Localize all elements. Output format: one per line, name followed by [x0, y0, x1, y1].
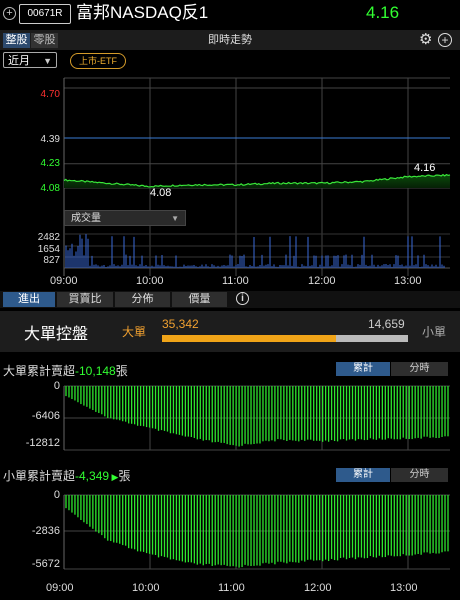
y-label-high: 4.70	[40, 89, 60, 100]
small-order-label: 小單	[422, 325, 447, 339]
small-y-0: 0	[53, 489, 60, 501]
info-icon[interactable]: i	[236, 292, 249, 305]
small-order-value: 14,659	[368, 317, 405, 331]
x-label: 13:00	[390, 582, 418, 594]
vol-label-2: 1654	[37, 244, 60, 255]
big-cum-title: 大單累計賣超-10,148張	[3, 362, 128, 379]
small-y-1: -2836	[31, 525, 60, 537]
x-label: 09:00	[46, 582, 74, 594]
big-y-0: 0	[53, 380, 60, 392]
tab-buysell-ratio[interactable]: 買賣比	[57, 292, 113, 307]
big-order-value: 35,342	[162, 317, 199, 331]
gear-icon[interactable]: ⚙	[419, 31, 432, 49]
x-label: 11:00	[222, 275, 249, 287]
small-y-2: -5672	[31, 558, 60, 570]
y-label-low: 4.08	[40, 183, 60, 194]
big-y-2: -12812	[25, 437, 60, 449]
x-label: 12:00	[308, 275, 336, 287]
volume-grid	[64, 233, 450, 269]
small-cum-bars	[65, 495, 449, 568]
big-cum-cumulative-button[interactable]: 累計	[336, 362, 390, 376]
vol-label-3: 827	[43, 255, 60, 266]
small-cum-title: 小單累計賣超-4,349 ▶張	[3, 467, 130, 484]
whole-lot-toggle[interactable]: 整股	[3, 33, 30, 48]
x-label: 11:00	[218, 582, 245, 594]
price-area	[64, 174, 450, 188]
big-cum-interval-button[interactable]: 分時	[391, 362, 448, 376]
stock-name: 富邦NASDAQ反1	[76, 3, 209, 22]
big-order-label: 大單	[122, 325, 147, 339]
market-type-badge: 上市-ETF	[70, 53, 126, 69]
volume-bars	[65, 234, 445, 268]
small-cum-label: 小單累計賣超	[3, 469, 76, 483]
add-watchlist-icon[interactable]: +	[3, 7, 16, 20]
tab-price-volume[interactable]: 價量	[172, 292, 227, 307]
panel-title: 大單控盤	[24, 326, 89, 343]
odd-lot-toggle[interactable]: 零股	[31, 33, 58, 48]
indicator-value: 成交量	[71, 213, 101, 224]
period-value: 近月	[8, 55, 30, 67]
vol-label-1: 2482	[37, 232, 60, 243]
y-label-ref: 4.39	[40, 134, 60, 145]
x-label: 12:00	[304, 582, 332, 594]
last-price-label: 4.16	[414, 162, 436, 174]
tab-inout[interactable]: 進出	[3, 292, 55, 307]
big-ratio-bar	[162, 335, 336, 342]
big-cum-label: 大單累計賣超	[3, 364, 76, 378]
intraday-chart	[63, 77, 451, 276]
chart-mode-title: 即時走勢	[208, 34, 252, 46]
small-cum-interval-button[interactable]: 分時	[391, 468, 448, 482]
small-cum-chart	[63, 494, 450, 570]
add-circle-icon[interactable]: +	[438, 33, 452, 47]
chevron-down-icon: ▼	[43, 56, 52, 66]
min-price-label: 4.08	[150, 187, 172, 199]
small-cum-value: -4,349	[75, 469, 110, 483]
tab-distribution[interactable]: 分佈	[115, 292, 170, 307]
current-price: 4.16	[366, 3, 400, 22]
x-label: 13:00	[394, 275, 422, 287]
big-cum-bars	[65, 386, 449, 447]
indicator-select[interactable]: 成交量 ▼	[64, 210, 186, 226]
y-label-mid: 4.23	[40, 158, 60, 169]
big-cum-chart	[63, 385, 450, 451]
x-label: 09:00	[50, 275, 78, 287]
small-cum-unit: 張	[118, 469, 131, 483]
x-label: 10:00	[132, 582, 160, 594]
x-label: 10:00	[136, 275, 164, 287]
big-cum-unit: 張	[115, 364, 128, 378]
big-cum-value: -10,148	[75, 364, 116, 378]
period-select[interactable]: 近月 ▼	[3, 52, 57, 68]
big-y-1: -6406	[31, 410, 60, 422]
stock-code-input[interactable]: 00671R	[19, 4, 71, 24]
chevron-down-icon: ▼	[171, 214, 179, 223]
small-cum-cumulative-button[interactable]: 累計	[336, 468, 390, 482]
